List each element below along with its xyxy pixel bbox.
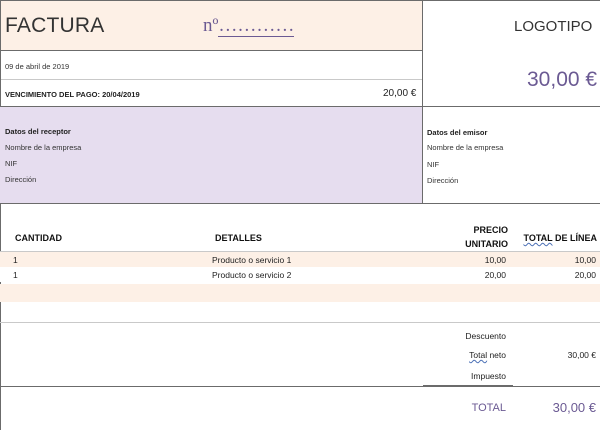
right-column-divider <box>422 0 423 203</box>
table-row-empty <box>0 284 600 302</box>
net-total-label: Total neto <box>440 350 506 360</box>
net-total-label-a: Total <box>469 350 488 360</box>
col-header-line-total: TOTAL DE LÍNEA <box>500 233 597 243</box>
invoice-number: nº………… <box>203 15 295 37</box>
col-header-unit-price-line1: PRECIO <box>473 225 508 235</box>
invoice-date: 09 de abril de 2019 <box>5 62 70 71</box>
col-header-details: DETALLES <box>215 233 262 243</box>
invoice-number-field[interactable]: ………… <box>218 15 295 37</box>
receptor-title: Datos del receptor <box>5 127 71 136</box>
discount-label: Descuento <box>465 331 506 341</box>
date-divider <box>0 79 422 80</box>
row-quantity: 1 <box>13 270 18 280</box>
col-header-quantity: CANTIDAD <box>15 233 62 243</box>
row-unit-price: 10,00 <box>484 255 506 265</box>
emisor-nif: NIF <box>427 160 440 169</box>
row-quantity: 1 <box>13 255 18 265</box>
invoice-title: FACTURA <box>5 14 105 37</box>
net-total-value: 30,00 € <box>567 350 596 360</box>
parties-divider <box>0 203 600 204</box>
receptor-company: Nombre de la empresa <box>5 143 82 152</box>
header-divider <box>0 50 422 51</box>
row-details: Producto o servicio 2 <box>212 270 292 280</box>
emisor-title: Datos del emisor <box>427 128 488 137</box>
col-header-line-total-a: TOTAL <box>523 233 553 243</box>
receptor-block <box>0 107 422 203</box>
receptor-address: Dirección <box>5 175 37 184</box>
row-line-total: 10,00 <box>574 255 596 265</box>
row-unit-price: 20,00 <box>484 270 506 280</box>
col-header-line-total-b: DE LÍNEA <box>552 233 597 243</box>
col-header-unit-price: PRECIO UNITARIO <box>444 223 508 251</box>
emisor-address: Dirección <box>427 176 459 185</box>
bottom-border <box>0 386 600 387</box>
invoice-number-label: nº <box>203 15 219 36</box>
left-border <box>0 0 1 430</box>
top-border <box>0 0 600 1</box>
logo-placeholder: LOGOTIPO <box>514 18 593 35</box>
col-header-unit-price-line2: UNITARIO <box>465 239 508 249</box>
table-bottom-divider <box>0 322 600 323</box>
big-amount: 30,00 € <box>527 68 598 91</box>
emisor-company: Nombre de la empresa <box>427 143 504 152</box>
row-details: Producto o servicio 1 <box>212 255 292 265</box>
receptor-nif: NIF <box>5 159 18 168</box>
tax-label: Impuesto <box>471 371 506 381</box>
table-row: 1 Producto o servicio 2 20,00 20,00 <box>0 267 600 282</box>
table-row: 1 Producto o servicio 1 10,00 10,00 <box>0 252 600 267</box>
grand-total-value: 30,00 € <box>552 400 596 415</box>
due-date: VENCIMIENTO DEL PAGO: 20/04/2019 <box>5 90 140 99</box>
grand-total-label: TOTAL <box>471 402 506 414</box>
net-total-label-b: neto <box>487 350 506 360</box>
row-line-total: 20,00 <box>574 270 596 280</box>
due-amount: 20,00 € <box>383 88 417 99</box>
